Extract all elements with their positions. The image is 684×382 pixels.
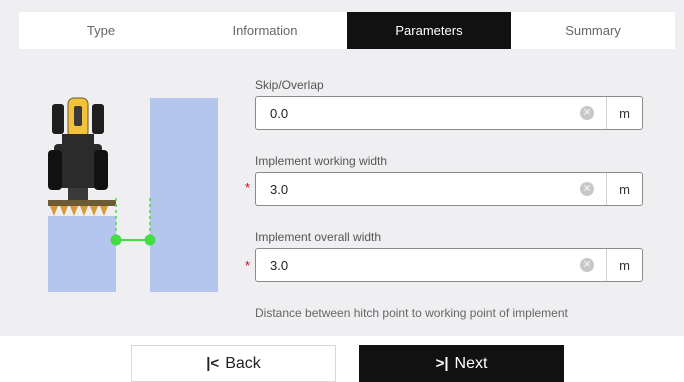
working-width-field[interactable]: 3.0 × m — [255, 172, 643, 206]
working-width-unit: m — [606, 173, 642, 205]
tab-information[interactable]: Information — [183, 12, 347, 49]
implement-tines-icon — [48, 200, 116, 216]
required-marker: * — [245, 180, 251, 195]
skip-overlap-value[interactable]: 0.0 — [256, 106, 580, 121]
skip-overlap-measure — [110, 198, 156, 246]
working-width-value[interactable]: 3.0 — [256, 182, 580, 197]
tab-type[interactable]: Type — [19, 12, 183, 49]
back-button[interactable]: |< Back — [131, 345, 336, 382]
clear-icon[interactable]: × — [580, 258, 594, 272]
overall-width-unit: m — [606, 249, 642, 281]
next-icon: >| — [435, 355, 449, 372]
skip-overlap-field[interactable]: 0.0 × m — [255, 96, 643, 130]
implement-width-illustration — [48, 97, 218, 292]
next-button[interactable]: >| Next — [359, 345, 564, 382]
back-icon: |< — [206, 355, 220, 372]
hitch-distance-label: Distance between hitch point to working … — [255, 306, 568, 320]
clear-icon[interactable]: × — [580, 182, 594, 196]
skip-overlap-label: Skip/Overlap — [255, 78, 324, 92]
bottom-bar — [0, 336, 684, 382]
working-area-right — [150, 98, 218, 292]
skip-overlap-unit: m — [606, 97, 642, 129]
overall-width-field[interactable]: 3.0 × m — [255, 248, 643, 282]
overall-width-value[interactable]: 3.0 — [256, 258, 580, 273]
step-tabs: Type Information Parameters Summary — [19, 12, 675, 49]
working-width-label: Implement working width — [255, 154, 388, 168]
working-area-left — [48, 216, 116, 292]
back-label: Back — [225, 354, 261, 372]
overall-width-label: Implement overall width — [255, 230, 382, 244]
required-marker: * — [245, 258, 251, 273]
tractor-icon — [48, 97, 108, 200]
clear-icon[interactable]: × — [580, 106, 594, 120]
tab-summary[interactable]: Summary — [511, 12, 675, 49]
tab-parameters[interactable]: Parameters — [347, 12, 511, 49]
next-label: Next — [454, 354, 488, 372]
